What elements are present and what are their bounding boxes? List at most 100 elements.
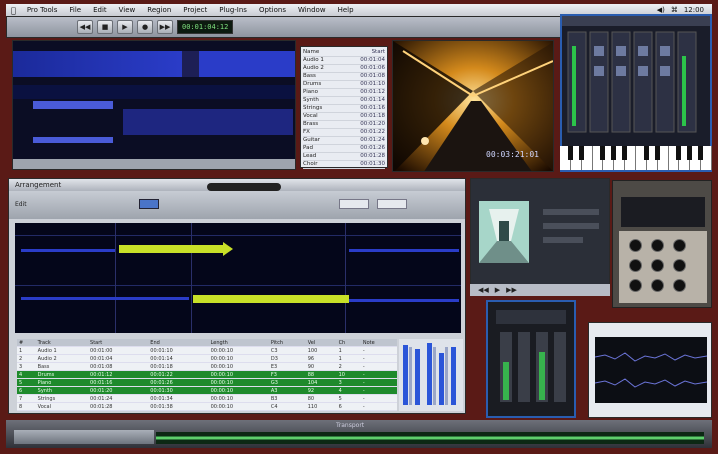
event-list-row[interactable]: Pad 00:01:26 <box>303 145 385 153</box>
column-header[interactable]: Length <box>208 339 269 347</box>
top-arrange-window <box>12 40 296 170</box>
table-row[interactable]: 3 Bass 00:01:08 00:01:18 00:00:10 E3 90 2- <box>17 362 397 371</box>
apple-icon[interactable]:  <box>6 6 21 15</box>
event-list-row[interactable]: Synth 00:01:14 <box>303 97 385 105</box>
knob[interactable] <box>673 239 686 252</box>
menu-item-view[interactable]: View <box>113 6 142 14</box>
event-list-row[interactable]: Audio 1 00:01:04 <box>303 57 385 65</box>
event-list-row[interactable]: FX 00:01:22 <box>303 129 385 137</box>
video-preview-window <box>470 178 610 290</box>
table-cell: 92 <box>305 386 337 395</box>
table-cell: 2 <box>336 362 361 371</box>
play-button[interactable]: ▶ <box>117 20 133 34</box>
column-header[interactable]: Vel <box>305 339 337 347</box>
knob[interactable] <box>673 259 686 272</box>
horizontal-scrollbar[interactable] <box>13 159 295 169</box>
piano-key[interactable] <box>669 146 682 170</box>
event-time: 00:01:04 <box>360 57 385 63</box>
midi-region[interactable] <box>349 299 459 302</box>
event-list-row[interactable]: Piano 00:01:12 <box>303 89 385 97</box>
knob[interactable] <box>629 239 642 252</box>
video-play-button[interactable]: ▶ <box>495 286 500 294</box>
event-list-row[interactable]: Lead 00:01:28 <box>303 153 385 161</box>
table-row[interactable]: 4 Drums 00:01:12 00:01:22 00:00:10 F3 88 10- <box>17 370 397 379</box>
midi-region[interactable] <box>21 249 115 252</box>
table-row[interactable]: 1 Audio 1 00:01:00 00:01:10 00:00:10 C3 100 1- <box>17 346 397 355</box>
midi-region[interactable] <box>193 295 349 303</box>
column-header[interactable]: # <box>17 339 36 347</box>
table-row[interactable]: 5 Piano 00:01:16 00:01:26 00:00:10 G3 104 3- <box>17 378 397 387</box>
event-list-row[interactable]: Drums 00:01:10 <box>303 81 385 89</box>
knob[interactable] <box>651 279 664 292</box>
table-row[interactable]: 2 Audio 2 00:01:04 00:01:14 00:00:10 D3 96 1- <box>17 354 397 363</box>
volume-icon[interactable]: ◀) <box>657 6 665 14</box>
menu-item-edit[interactable]: Edit <box>87 6 113 14</box>
stop-button[interactable]: ■ <box>97 20 113 34</box>
piano-key[interactable] <box>593 146 606 170</box>
event-list-row[interactable]: Name Start <box>303 49 385 57</box>
event-list-row[interactable]: Strings 00:01:16 <box>303 105 385 113</box>
table-row[interactable]: 6 Synth 00:01:20 00:01:30 00:00:10 A3 92 4- <box>17 386 397 395</box>
table-cell: 00:00:10 <box>208 378 269 387</box>
command-icon[interactable]: ⌘ <box>671 6 678 14</box>
event-list-row[interactable]: Choir 00:01:30 <box>303 161 385 169</box>
audio-region[interactable] <box>33 101 113 109</box>
menu-item-options[interactable]: Options <box>253 6 292 14</box>
event-list-row[interactable]: Brass 00:01:20 <box>303 121 385 129</box>
bottom-controls[interactable] <box>14 430 154 444</box>
info-bar <box>543 223 599 229</box>
event-list-row[interactable]: Bass 00:01:08 <box>303 73 385 81</box>
menu-item-window[interactable]: Window <box>292 6 332 14</box>
video-thumbnail[interactable] <box>479 201 529 263</box>
timecode-overlay: 00:03:21:01 <box>486 150 539 159</box>
audio-region[interactable] <box>33 137 113 143</box>
video-forward-button[interactable]: ▶▶ <box>506 286 517 294</box>
midi-region[interactable] <box>21 297 189 300</box>
event-list-row[interactable]: Vocal 00:01:18 <box>303 113 385 121</box>
menu-item-region[interactable]: Region <box>141 6 177 14</box>
knob[interactable] <box>651 259 664 272</box>
column-header[interactable]: End <box>148 339 209 347</box>
zoom-field[interactable] <box>339 199 369 209</box>
knob[interactable] <box>629 279 642 292</box>
midi-region[interactable] <box>119 245 223 253</box>
menu-item-help[interactable]: Help <box>332 6 360 14</box>
snap-field[interactable] <box>377 199 407 209</box>
region-lane-1[interactable] <box>13 51 295 77</box>
midi-region[interactable] <box>349 249 459 252</box>
event-name: Vocal <box>303 113 318 119</box>
column-header[interactable]: Note <box>360 339 397 347</box>
column-header[interactable]: Start <box>88 339 149 347</box>
menu-item-file[interactable]: File <box>63 6 87 14</box>
column-header[interactable]: Pitch <box>268 339 306 347</box>
menu-item-project[interactable]: Project <box>177 6 213 14</box>
rewind-button[interactable]: ◀◀ <box>77 20 93 34</box>
knob[interactable] <box>629 259 642 272</box>
table-cell: 00:01:28 <box>88 402 149 411</box>
tool-button[interactable] <box>139 199 159 209</box>
video-rewind-button[interactable]: ◀◀ <box>478 286 489 294</box>
piano-key[interactable] <box>560 146 573 170</box>
audio-region[interactable] <box>123 109 293 135</box>
piano-keyboard[interactable] <box>560 146 713 170</box>
transport-lcd[interactable] <box>207 183 281 191</box>
table-row[interactable]: 7 Strings 00:01:24 00:01:34 00:00:10 B3 80 5- <box>17 394 397 403</box>
knob[interactable] <box>673 279 686 292</box>
event-time: 00:01:16 <box>360 105 385 111</box>
fast-forward-button[interactable]: ▶▶ <box>157 20 173 34</box>
event-list-row[interactable]: Guitar 00:01:24 <box>303 137 385 145</box>
menu-item-app[interactable]: Pro Tools <box>21 6 64 14</box>
region-lane-2[interactable] <box>13 85 295 99</box>
table-cell: Vocal <box>35 402 89 411</box>
column-header[interactable]: Track <box>35 339 89 347</box>
bottom-title: Transport <box>336 422 365 429</box>
menu-item-plugins[interactable]: Plug-Ins <box>213 6 253 14</box>
piano-key[interactable] <box>636 146 649 170</box>
record-button[interactable]: ● <box>137 20 153 34</box>
table-row[interactable]: 8 Vocal 00:01:28 00:01:38 00:00:10 C4 110 6- <box>17 402 397 411</box>
knob[interactable] <box>651 239 664 252</box>
overview-track[interactable] <box>156 432 704 444</box>
table-cell: 7 <box>17 394 36 403</box>
event-list-row[interactable]: Audio 2 00:01:06 <box>303 65 385 73</box>
column-header[interactable]: Ch <box>336 339 361 347</box>
